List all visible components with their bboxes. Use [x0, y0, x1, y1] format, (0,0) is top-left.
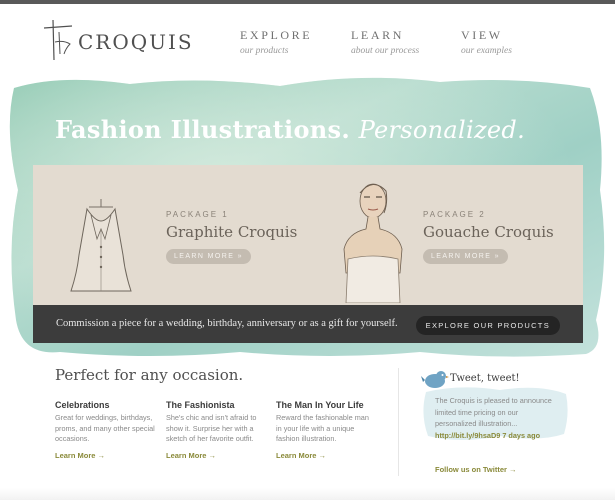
tweet-link[interactable]: http://bit.ly/9hsaD9 [435, 431, 500, 440]
nav-explore-title: EXPLORE [240, 28, 313, 42]
twitter-body: The Croquis is pleased to announce limit… [435, 395, 555, 441]
commission-text: Commission a piece for a wedding, birthd… [56, 318, 398, 329]
column-text: She's chic and isn't afraid to show it. … [166, 413, 257, 443]
top-bar [0, 0, 615, 4]
follow-twitter-link[interactable]: Follow us on Twitter → [435, 465, 517, 474]
package-2: PACKAGE 2 Gouache Croquis LEARN MORE » [423, 210, 554, 264]
occasion-column-celebrations: Celebrations Great for weddings, birthda… [55, 400, 155, 460]
graphite-shirt-illustration [70, 199, 132, 292]
nav-explore[interactable]: EXPLORE our products [240, 28, 312, 56]
section-divider [398, 368, 399, 476]
column-text: Reward the fashionable man in your life … [276, 413, 369, 443]
hero-title: Fashion Illustrations. Personalized. [55, 115, 525, 144]
package-2-name: Gouache Croquis [423, 223, 554, 241]
gouache-woman-illustration [343, 183, 403, 303]
nav-view-subtitle: our examples [461, 46, 512, 56]
package-1-name: Graphite Croquis [166, 223, 298, 241]
nav-view[interactable]: VIEW our examples [461, 28, 512, 56]
logo-text: CROQUIS [78, 30, 194, 54]
nav-learn-title: LEARN [351, 28, 404, 42]
learn-more-link[interactable]: Learn More → [55, 451, 155, 460]
nav-learn[interactable]: LEARN about our process [351, 28, 419, 56]
column-title: The Man In Your Life [276, 400, 364, 410]
occasion-column-man: The Man In Your Life Reward the fashiona… [276, 400, 376, 460]
hero-title-italic: Personalized. [358, 116, 526, 144]
nav-learn-subtitle: about our process [351, 46, 420, 56]
column-text: Great for weddings, birthdays, proms, an… [55, 413, 155, 443]
nav-view-title: VIEW [461, 28, 503, 42]
learn-more-link[interactable]: Learn More → [166, 451, 266, 460]
learn-more-link[interactable]: Learn More → [276, 451, 376, 460]
logo-mark-icon [43, 19, 73, 61]
package-2-learn-more-button[interactable]: LEARN MORE » [423, 249, 508, 264]
package-1-number: PACKAGE 1 [166, 210, 229, 219]
commission-bar: Commission a piece for a wedding, birthd… [33, 305, 583, 343]
package-1-learn-more-button[interactable]: LEARN MORE » [166, 249, 251, 264]
twitter-title: Tweet, tweet! [450, 373, 520, 384]
tweet-time[interactable]: 7 days ago [502, 431, 540, 440]
footer-fade [0, 488, 615, 500]
tweet-text: The Croquis is pleased to announce limit… [435, 396, 552, 428]
package-1: PACKAGE 1 Graphite Croquis LEARN MORE » [166, 210, 297, 264]
occasion-column-fashionista: The Fashionista She's chic and isn't afr… [166, 400, 266, 460]
column-title: The Fashionista [166, 400, 235, 410]
nav-explore-subtitle: our products [240, 46, 289, 56]
logo[interactable]: CROQUIS [42, 14, 192, 64]
package-2-number: PACKAGE 2 [423, 210, 486, 219]
explore-products-button[interactable]: EXPLORE OUR PRODUCTS [415, 316, 560, 335]
column-title: Celebrations [55, 400, 110, 410]
bluebird-icon [421, 371, 449, 388]
hero-title-bold: Fashion Illustrations. [55, 115, 350, 144]
occasion-heading: Perfect for any occasion. [55, 366, 244, 384]
